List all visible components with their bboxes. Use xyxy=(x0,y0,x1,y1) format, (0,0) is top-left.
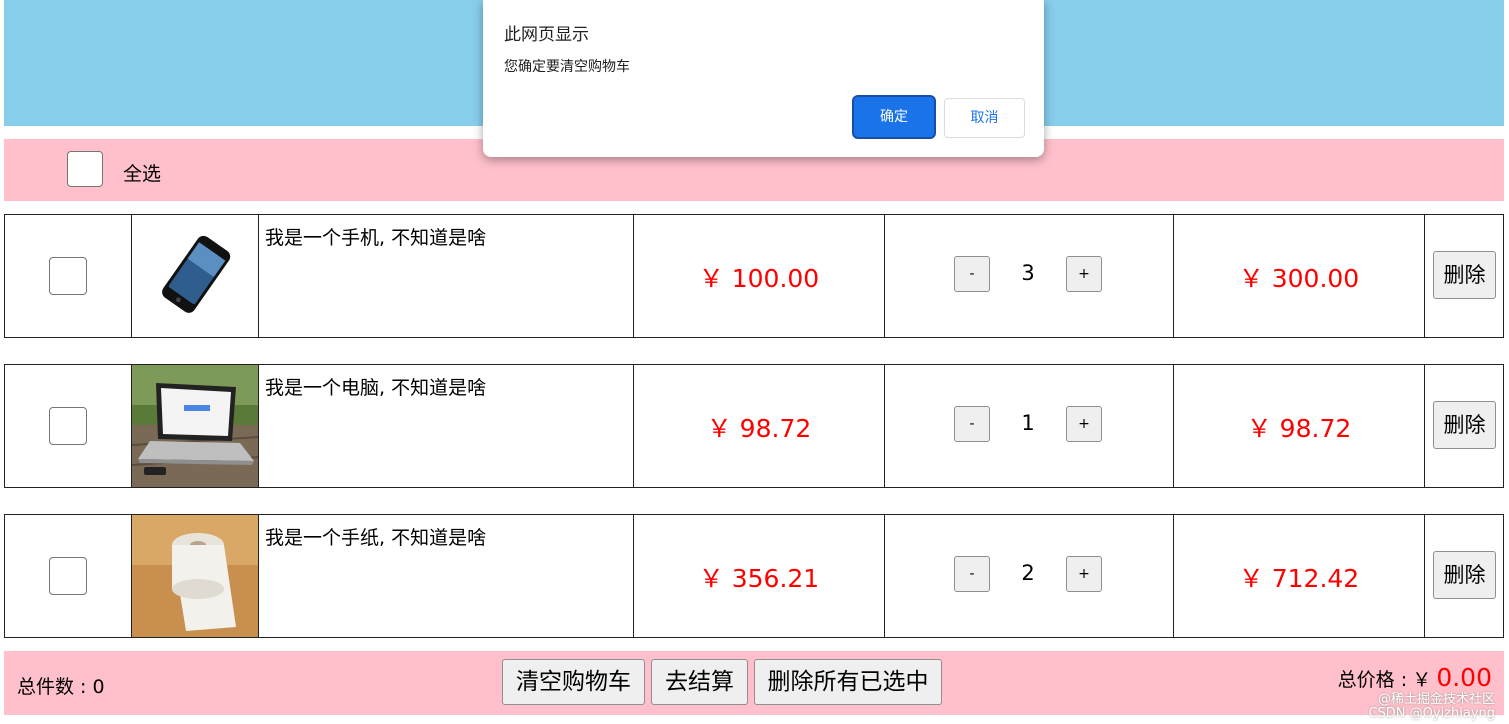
confirm-dialog: 此网页显示 您确定要清空购物车 确定 取消 xyxy=(483,0,1044,157)
select-all-checkbox[interactable] xyxy=(67,151,103,187)
dialog-message: 您确定要清空购物车 xyxy=(504,59,630,75)
watermark: @稀土掘金技术社区 CSDN @Oyizhiayng xyxy=(1368,693,1495,721)
quantity-value: 1 xyxy=(1021,411,1035,435)
unit-price: ￥ 356.21 xyxy=(698,564,820,593)
subtotal-price: ￥ 98.72 xyxy=(1246,414,1352,443)
total-count: 总件数 : 0 xyxy=(17,676,105,698)
toilet-paper-image xyxy=(132,515,259,637)
phone-image xyxy=(132,215,259,337)
subtotal-price: ￥ 712.42 xyxy=(1238,564,1360,593)
checkout-button[interactable]: 去结算 xyxy=(651,659,748,705)
cart-row: 我是一个手纸, 不知道是啥 ￥ 356.21 - 2 + ￥ 712.42 删除 xyxy=(4,514,1504,638)
delete-selected-button[interactable]: 删除所有已选中 xyxy=(754,659,942,705)
quantity-value: 3 xyxy=(1021,261,1035,285)
increase-quantity-button[interactable]: + xyxy=(1066,406,1102,442)
subtotal-price: ￥ 300.00 xyxy=(1238,264,1360,293)
dialog-cancel-button[interactable]: 取消 xyxy=(944,98,1025,138)
clear-cart-button[interactable]: 清空购物车 xyxy=(502,659,645,705)
unit-price: ￥ 100.00 xyxy=(698,264,820,293)
laptop-image xyxy=(132,365,259,487)
decrease-quantity-button[interactable]: - xyxy=(954,556,990,592)
delete-item-button[interactable]: 删除 xyxy=(1433,551,1496,599)
dialog-ok-button[interactable]: 确定 xyxy=(854,97,934,137)
item-name: 我是一个手机, 不知道是啥 xyxy=(265,227,487,249)
cart-row: 我是一个电脑, 不知道是啥 ￥ 98.72 - 1 + ￥ 98.72 删除 xyxy=(4,364,1504,488)
unit-price: ￥ 98.72 xyxy=(706,414,812,443)
item-name: 我是一个手纸, 不知道是啥 xyxy=(265,527,487,549)
dialog-title: 此网页显示 xyxy=(504,25,589,45)
delete-item-button[interactable]: 删除 xyxy=(1433,401,1496,449)
watermark-line-1: @稀土掘金技术社区 xyxy=(1377,692,1495,707)
watermark-line-2: CSDN @Oyizhiayng xyxy=(1368,706,1495,721)
decrease-quantity-button[interactable]: - xyxy=(954,406,990,442)
decrease-quantity-button[interactable]: - xyxy=(954,256,990,292)
item-checkbox[interactable] xyxy=(49,557,87,595)
delete-item-button[interactable]: 删除 xyxy=(1433,251,1496,299)
total-price: 总价格 : ￥ 0.00 xyxy=(1338,663,1492,692)
item-checkbox[interactable] xyxy=(49,407,87,445)
cart-footer: 总件数 : 0 清空购物车 去结算 删除所有已选中 总价格 : ￥ 0.00 xyxy=(4,651,1504,715)
total-price-label: 总价格 : xyxy=(1337,669,1408,691)
select-all-label: 全选 xyxy=(123,163,162,185)
item-name: 我是一个电脑, 不知道是啥 xyxy=(265,377,487,399)
total-price-amount: 0.00 xyxy=(1436,663,1492,692)
item-checkbox[interactable] xyxy=(49,257,87,295)
currency-symbol: ￥ xyxy=(1412,669,1432,691)
cart-row: 我是一个手机, 不知道是啥 ￥ 100.00 - 3 + ￥ 300.00 删除 xyxy=(4,214,1504,338)
quantity-value: 2 xyxy=(1021,561,1035,585)
increase-quantity-button[interactable]: + xyxy=(1066,256,1102,292)
increase-quantity-button[interactable]: + xyxy=(1066,556,1102,592)
